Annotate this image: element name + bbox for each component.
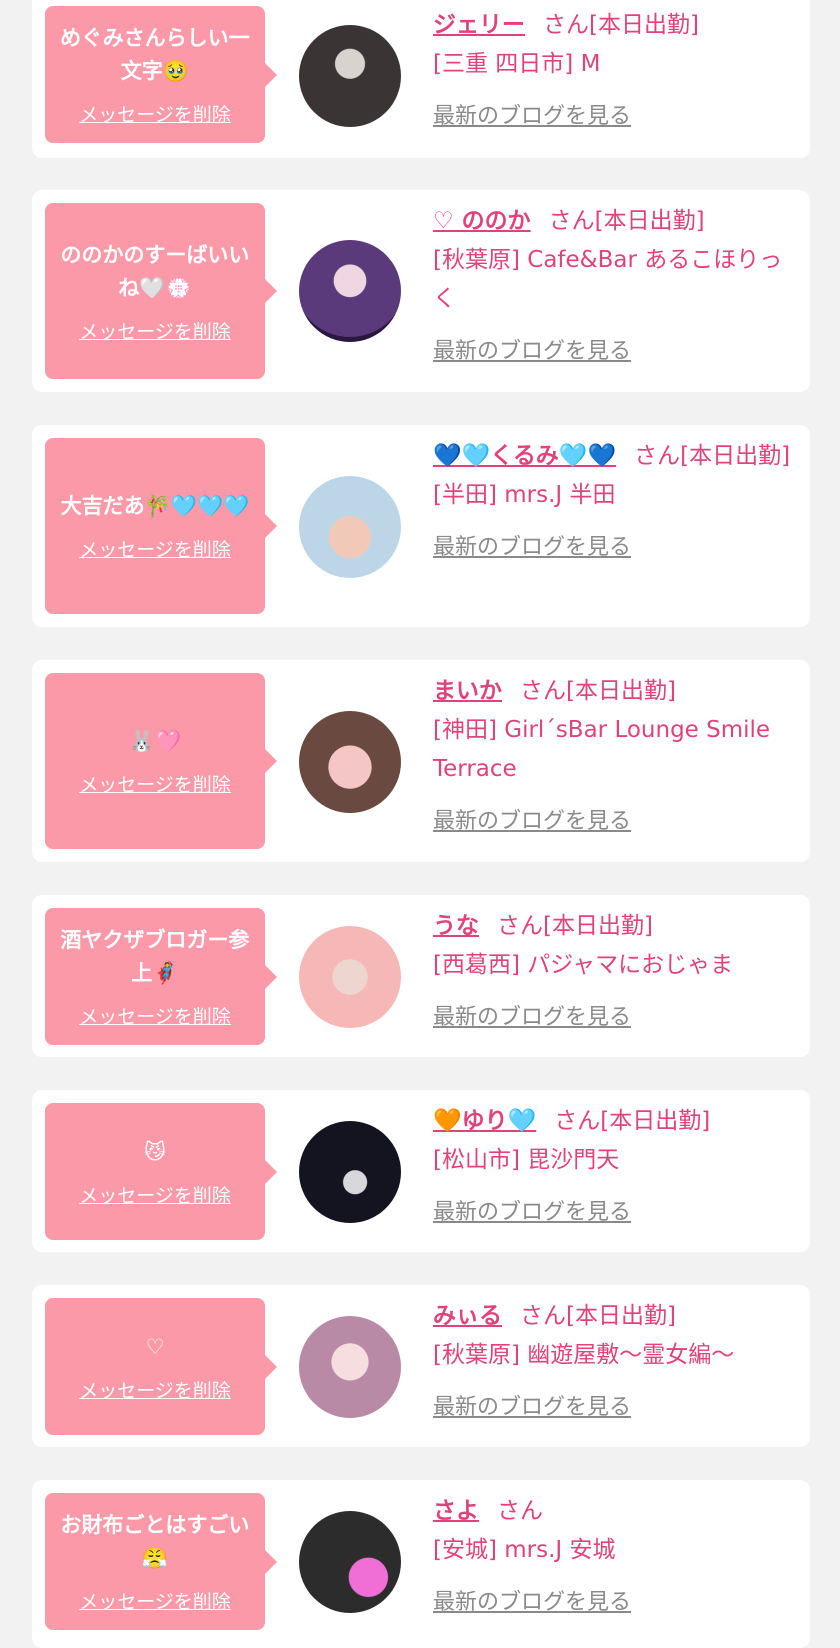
cast-info: うな さん[本日出勤] [西葛西] パジャマにおじゃま 最新のブログを見る xyxy=(433,907,803,1037)
latest-blog-link[interactable]: 最新のブログを見る xyxy=(433,332,803,371)
message-list: めぐみさんらしい一文字🥹 メッセージを削除 ジェリー さん[本日出勤] [三重 四… xyxy=(0,0,840,1648)
cast-info: ♡ ののか さん[本日出勤] [秋葉原] Cafe&Bar あるこほりっく 最新の… xyxy=(433,202,803,371)
shop-name: [秋葉原] 幽遊屋敷〜霊女編〜 xyxy=(433,1342,735,1368)
shop-name: [半田] mrs.J 半田 xyxy=(433,482,616,508)
cast-name-link[interactable]: うな xyxy=(433,913,479,939)
san-label: さん xyxy=(548,208,595,234)
message-card: ののかのすーばいいね🤍💮 メッセージを削除 ♡ ののか さん[本日出勤] [秋葉原… xyxy=(32,190,810,392)
cast-name-link[interactable]: まいか xyxy=(433,678,502,704)
delete-message-link[interactable]: メッセージを削除 xyxy=(79,1376,231,1403)
shop-name: [三重 四日市] M xyxy=(433,51,601,77)
message-bubble: ののかのすーばいいね🤍💮 メッセージを削除 xyxy=(45,203,277,379)
san-label: さん xyxy=(520,1303,566,1329)
status-badge: [本日出勤] xyxy=(566,678,676,704)
message-bubble: お財布ごとはすごい😤 メッセージを削除 xyxy=(45,1493,277,1630)
latest-blog-link[interactable]: 最新のブログを見る xyxy=(433,1583,803,1622)
message-text: ののかのすーばいいね🤍💮 xyxy=(60,242,250,300)
status-badge: [本日出勤] xyxy=(566,1303,676,1329)
shop-name: [松山市] 毘沙門天 xyxy=(433,1147,620,1173)
avatar[interactable] xyxy=(299,711,401,813)
cast-name-link[interactable]: 💙🩵くるみ🩵💙 xyxy=(433,443,616,469)
status-badge: [本日出勤] xyxy=(680,443,791,469)
cast-name-link[interactable]: ♡ ののか xyxy=(433,208,531,234)
shop-name: [秋葉原] Cafe&Bar あるこほりっく xyxy=(433,247,783,312)
delete-message-link[interactable]: メッセージを削除 xyxy=(79,770,231,797)
cast-name-link[interactable]: 🧡ゆり🩵 xyxy=(433,1108,536,1134)
message-card: 🐰🩷 メッセージを削除 まいか さん[本日出勤] [神田] Girl´sBar L… xyxy=(32,660,810,862)
message-bubble: ♡ メッセージを削除 xyxy=(45,1298,277,1435)
san-label: さん xyxy=(497,913,543,939)
cast-name-link[interactable]: みぃる xyxy=(433,1303,502,1329)
delete-message-link[interactable]: メッセージを削除 xyxy=(79,1181,231,1208)
cast-info: 🧡ゆり🩵 さん[本日出勤] [松山市] 毘沙門天 最新のブログを見る xyxy=(433,1102,803,1232)
delete-message-link[interactable]: メッセージを削除 xyxy=(79,317,231,344)
avatar[interactable] xyxy=(299,926,401,1028)
latest-blog-link[interactable]: 最新のブログを見る xyxy=(433,998,803,1037)
message-card: 😼 メッセージを削除 🧡ゆり🩵 さん[本日出勤] [松山市] 毘沙門天 最新のブロ… xyxy=(32,1090,810,1252)
cast-info: みぃる さん[本日出勤] [秋葉原] 幽遊屋敷〜霊女編〜 最新のブログを見る xyxy=(433,1297,803,1427)
latest-blog-link[interactable]: 最新のブログを見る xyxy=(433,802,803,841)
san-label: さん xyxy=(497,1498,543,1524)
latest-blog-link[interactable]: 最新のブログを見る xyxy=(433,97,803,136)
message-text: 😼 xyxy=(144,1139,166,1164)
avatar[interactable] xyxy=(299,1511,401,1613)
message-bubble: 😼 メッセージを削除 xyxy=(45,1103,277,1240)
message-card: ♡ メッセージを削除 みぃる さん[本日出勤] [秋葉原] 幽遊屋敷〜霊女編〜 最… xyxy=(32,1285,810,1447)
shop-name: [安城] mrs.J 安城 xyxy=(433,1537,616,1563)
delete-message-link[interactable]: メッセージを削除 xyxy=(79,535,231,562)
avatar[interactable] xyxy=(299,25,401,127)
latest-blog-link[interactable]: 最新のブログを見る xyxy=(433,1193,803,1232)
message-card: お財布ごとはすごい😤 メッセージを削除 さよ さん [安城] mrs.J 安城 最… xyxy=(32,1480,810,1648)
san-label: さん xyxy=(520,678,566,704)
latest-blog-link[interactable]: 最新のブログを見る xyxy=(433,528,803,567)
message-text: 大吉だあ🎋🩵🩵🩵 xyxy=(60,494,250,518)
status-badge: [本日出勤] xyxy=(600,1108,711,1134)
status-badge: [本日出勤] xyxy=(543,913,653,939)
cast-name-link[interactable]: さよ xyxy=(433,1498,479,1524)
avatar[interactable] xyxy=(299,1316,401,1418)
cast-info: さよ さん [安城] mrs.J 安城 最新のブログを見る xyxy=(433,1492,803,1622)
avatar[interactable] xyxy=(299,240,401,342)
message-bubble: 🐰🩷 メッセージを削除 xyxy=(45,673,277,849)
san-label: さん xyxy=(554,1108,601,1134)
cast-name-link[interactable]: ジェリー xyxy=(433,12,525,38)
message-text: めぐみさんらしい一文字🥹 xyxy=(60,26,250,83)
delete-message-link[interactable]: メッセージを削除 xyxy=(79,1587,231,1614)
avatar[interactable] xyxy=(299,476,401,578)
avatar[interactable] xyxy=(299,1121,401,1223)
status-badge: [本日出勤] xyxy=(589,12,699,38)
message-bubble: めぐみさんらしい一文字🥹 メッセージを削除 xyxy=(45,6,277,143)
status-badge: [本日出勤] xyxy=(594,208,705,234)
message-text: ♡ xyxy=(145,1334,165,1359)
cast-info: 💙🩵くるみ🩵💙 さん[本日出勤] [半田] mrs.J 半田 最新のブログを見る xyxy=(433,437,803,567)
message-card: 大吉だあ🎋🩵🩵🩵 メッセージを削除 💙🩵くるみ🩵💙 さん[本日出勤] [半田] m… xyxy=(32,425,810,627)
cast-info: まいか さん[本日出勤] [神田] Girl´sBar Lounge Smile … xyxy=(433,672,803,841)
message-card: 酒ヤクザブロガー参上🦸 メッセージを削除 うな さん[本日出勤] [西葛西] パジ… xyxy=(32,895,810,1057)
delete-message-link[interactable]: メッセージを削除 xyxy=(79,100,231,127)
message-card: めぐみさんらしい一文字🥹 メッセージを削除 ジェリー さん[本日出勤] [三重 四… xyxy=(32,0,810,158)
message-bubble: 大吉だあ🎋🩵🩵🩵 メッセージを削除 xyxy=(45,438,277,614)
delete-message-link[interactable]: メッセージを削除 xyxy=(79,1002,231,1029)
message-bubble: 酒ヤクザブロガー参上🦸 メッセージを削除 xyxy=(45,908,277,1045)
san-label: さん xyxy=(543,12,589,38)
cast-info: ジェリー さん[本日出勤] [三重 四日市] M 最新のブログを見る xyxy=(433,6,803,136)
message-text: 🐰🩷 xyxy=(128,729,182,753)
shop-name: [神田] Girl´sBar Lounge Smile Terrace xyxy=(433,717,771,782)
shop-name: [西葛西] パジャマにおじゃま xyxy=(433,952,734,978)
san-label: さん xyxy=(634,443,681,469)
message-text: お財布ごとはすごい😤 xyxy=(60,1513,250,1570)
latest-blog-link[interactable]: 最新のブログを見る xyxy=(433,1388,803,1427)
message-text: 酒ヤクザブロガー参上🦸 xyxy=(60,928,250,985)
